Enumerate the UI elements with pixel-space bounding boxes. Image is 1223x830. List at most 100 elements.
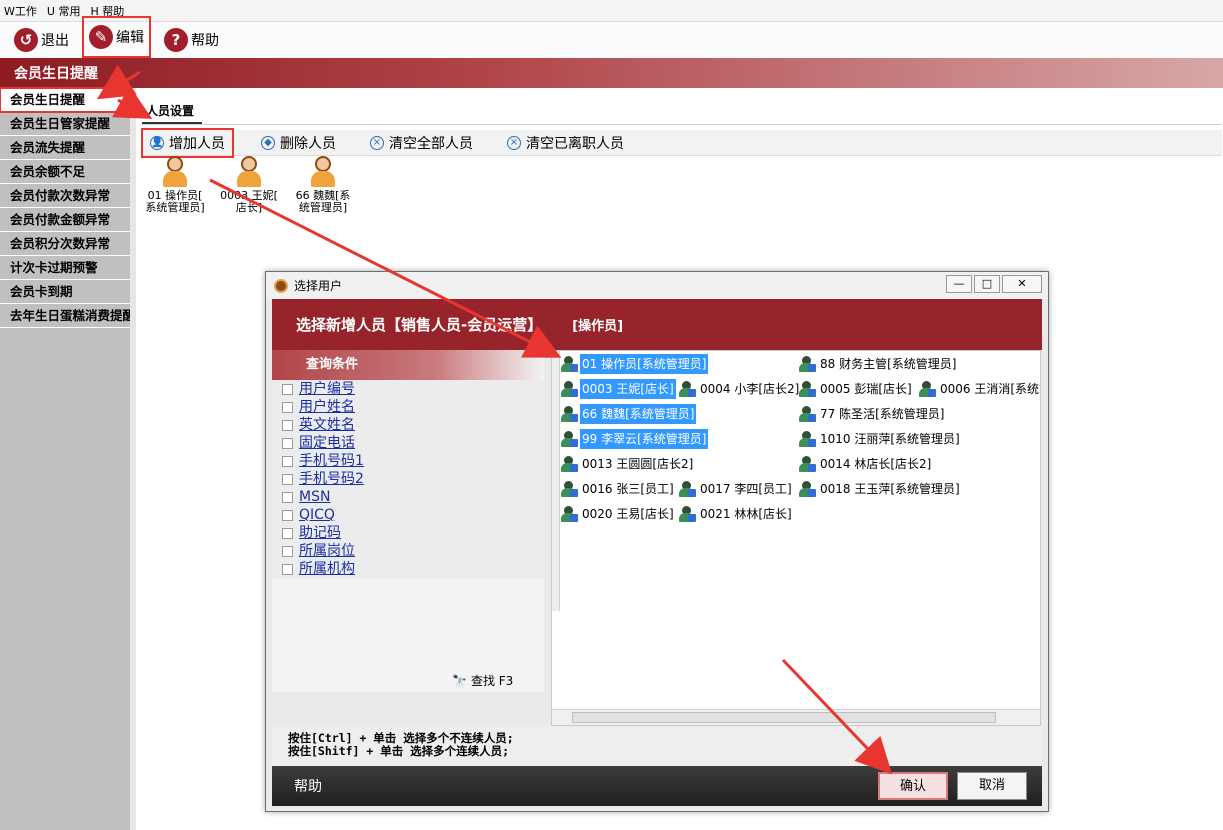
user-item[interactable]: 1010 汪丽萍[系统管理员] xyxy=(798,428,962,450)
user-icon xyxy=(798,405,816,423)
tab-personnel-settings[interactable]: 人员设置 xyxy=(146,102,194,119)
query-field-row[interactable]: 英文姓名 xyxy=(272,416,544,434)
sidebar-item-card-expired[interactable]: 会员卡到期 xyxy=(0,280,130,304)
query-field-label[interactable]: 所属机构 xyxy=(299,561,355,577)
user-item[interactable]: 0003 王妮[店长] xyxy=(560,378,676,400)
dialog-header-role: [操作员] xyxy=(572,319,624,334)
user-label: 0018 王玉萍[系统管理员] xyxy=(820,482,960,496)
sidebar-item-churn[interactable]: 会员流失提醒 xyxy=(0,136,130,160)
search-button[interactable]: 🔭 查找 F3 xyxy=(452,672,513,689)
checkbox[interactable] xyxy=(282,401,293,413)
dialog-header-title: 选择新增人员【销售人员-会员运营】 xyxy=(296,316,543,334)
checkbox[interactable] xyxy=(282,473,293,485)
cancel-button[interactable]: 取消 xyxy=(957,772,1027,800)
user-label: 0017 李四[员工] xyxy=(700,482,792,496)
user-label: 0006 王消消[系统管 xyxy=(940,382,1041,396)
user-label: 1010 汪丽萍[系统管理员] xyxy=(820,432,960,446)
checkbox[interactable] xyxy=(282,419,293,431)
user-item[interactable]: 88 财务主管[系统管理员] xyxy=(798,353,958,375)
person-tile[interactable]: 01 操作员[ 系统管理员] xyxy=(138,154,212,214)
clear-all-button[interactable]: × 清空全部人员 xyxy=(364,131,479,155)
user-item[interactable]: 77 陈圣活[系统管理员] xyxy=(798,403,946,425)
query-field-label[interactable]: 用户编号 xyxy=(299,381,355,397)
person-label-line2: 统管理员] xyxy=(298,201,348,214)
user-icon xyxy=(678,505,696,523)
sidebar-item-points-count[interactable]: 会员积分次数异常 xyxy=(0,232,130,256)
user-item[interactable]: 66 魏魏[系统管理员] xyxy=(560,403,697,425)
query-field-row[interactable]: 用户姓名 xyxy=(272,398,544,416)
confirm-button[interactable]: 确认 xyxy=(878,772,948,800)
user-item[interactable]: 0016 张三[员工] xyxy=(560,478,676,500)
query-field-label[interactable]: 手机号码2 xyxy=(299,471,364,487)
maximize-icon[interactable]: □ xyxy=(974,275,1000,293)
checkbox[interactable] xyxy=(282,509,293,521)
checkbox[interactable] xyxy=(282,383,293,395)
query-field-row[interactable]: QICQ xyxy=(272,506,544,524)
checkbox[interactable] xyxy=(282,545,293,557)
page-title-bar: 会员生日提醒 xyxy=(0,58,1223,88)
user-item[interactable]: 0020 王易[店长] xyxy=(560,503,676,525)
user-item[interactable]: 0018 王玉萍[系统管理员] xyxy=(798,478,962,500)
menu-work[interactable]: W工作 xyxy=(4,3,37,19)
user-item[interactable]: 0017 李四[员工] xyxy=(678,478,794,500)
query-field-row[interactable]: 用户编号 xyxy=(272,380,544,398)
scrollbar-thumb[interactable] xyxy=(572,712,996,723)
query-field-label[interactable]: 英文姓名 xyxy=(299,417,355,433)
user-item[interactable]: 0005 彭瑞[店长] xyxy=(798,378,914,400)
user-item[interactable]: 01 操作员[系统管理员] xyxy=(560,353,709,375)
user-item[interactable]: 99 李翠云[系统管理员] xyxy=(560,428,709,450)
clear-left-button[interactable]: × 清空已离职人员 xyxy=(501,131,630,155)
minimize-icon[interactable]: — xyxy=(946,275,972,293)
query-field-label[interactable]: QICQ xyxy=(299,507,335,523)
question-icon: ? xyxy=(164,28,188,52)
user-label: 88 财务主管[系统管理员] xyxy=(820,357,957,371)
help-button[interactable]: ? 帮助 xyxy=(160,26,223,54)
exit-button[interactable]: ↺ 退出 xyxy=(10,26,73,54)
clear-left-label: 清空已离职人员 xyxy=(526,135,624,152)
query-field-label[interactable]: 用户姓名 xyxy=(299,399,355,415)
sidebar-item-card-expiry-warning[interactable]: 计次卡过期预警 xyxy=(0,256,130,280)
user-item[interactable]: 0006 王消消[系统管 xyxy=(918,378,1041,400)
footer-help-button[interactable]: 帮助 xyxy=(272,776,322,796)
person-tile[interactable]: 66 魏魏[系 统管理员] xyxy=(286,154,360,214)
query-field-label[interactable]: 助记码 xyxy=(299,525,341,541)
edit-button[interactable]: ✎ 编辑 xyxy=(82,16,151,58)
query-field-row[interactable]: 所属岗位 xyxy=(272,542,544,560)
query-field-row[interactable]: MSN xyxy=(272,488,544,506)
checkbox[interactable] xyxy=(282,563,293,575)
query-field-label[interactable]: MSN xyxy=(299,489,330,505)
query-field-row[interactable]: 固定电话 xyxy=(272,434,544,452)
checkbox[interactable] xyxy=(282,437,293,449)
query-field-row[interactable]: 所属机构 xyxy=(272,560,544,578)
query-field-label[interactable]: 固定电话 xyxy=(299,435,355,451)
vertical-scrollbar[interactable] xyxy=(552,351,560,611)
query-field-label[interactable]: 手机号码1 xyxy=(299,453,364,469)
person-tile[interactable]: 0003 王妮[ 店长] xyxy=(212,154,286,214)
sidebar-item-birthday-reminder[interactable]: 会员生日提醒 xyxy=(0,87,131,113)
user-item[interactable]: 0013 王圆圆[店长2] xyxy=(560,453,695,475)
user-item[interactable]: 0021 林林[店长] xyxy=(678,503,794,525)
sidebar-item-birthday-butler[interactable]: 会员生日管家提醒 xyxy=(0,112,130,136)
user-item[interactable]: 0014 林店长[店长2] xyxy=(798,453,933,475)
query-field-row[interactable]: 手机号码2 xyxy=(272,470,544,488)
horizontal-scrollbar[interactable] xyxy=(552,709,1040,725)
delete-person-button[interactable]: ◆ 删除人员 xyxy=(255,131,342,155)
query-field-row[interactable]: 手机号码1 xyxy=(272,452,544,470)
checkbox[interactable] xyxy=(282,491,293,503)
add-person-button[interactable]: 👤 增加人员 xyxy=(141,127,234,158)
query-field-row[interactable]: 助记码 xyxy=(272,524,544,542)
checkbox[interactable] xyxy=(282,455,293,467)
query-field-label[interactable]: 所属岗位 xyxy=(299,543,355,559)
person-icon xyxy=(308,154,338,188)
checkbox[interactable] xyxy=(282,527,293,539)
dialog-footer: 帮助 确认 取消 xyxy=(272,766,1042,806)
app-icon xyxy=(274,278,288,293)
dialog-titlebar[interactable]: 选择用户 — □ ✕ xyxy=(266,272,1048,299)
close-icon[interactable]: ✕ xyxy=(1002,275,1042,293)
sidebar-item-last-year-cake[interactable]: 去年生日蛋糕消费提醒 xyxy=(0,304,130,328)
user-item[interactable]: 0004 小李[店长2] xyxy=(678,378,801,400)
sidebar-item-payment-amount[interactable]: 会员付款金额异常 xyxy=(0,208,130,232)
sidebar-item-payment-count[interactable]: 会员付款次数异常 xyxy=(0,184,130,208)
menu-common[interactable]: U 常用 xyxy=(47,3,81,19)
sidebar-item-low-balance[interactable]: 会员余额不足 xyxy=(0,160,130,184)
